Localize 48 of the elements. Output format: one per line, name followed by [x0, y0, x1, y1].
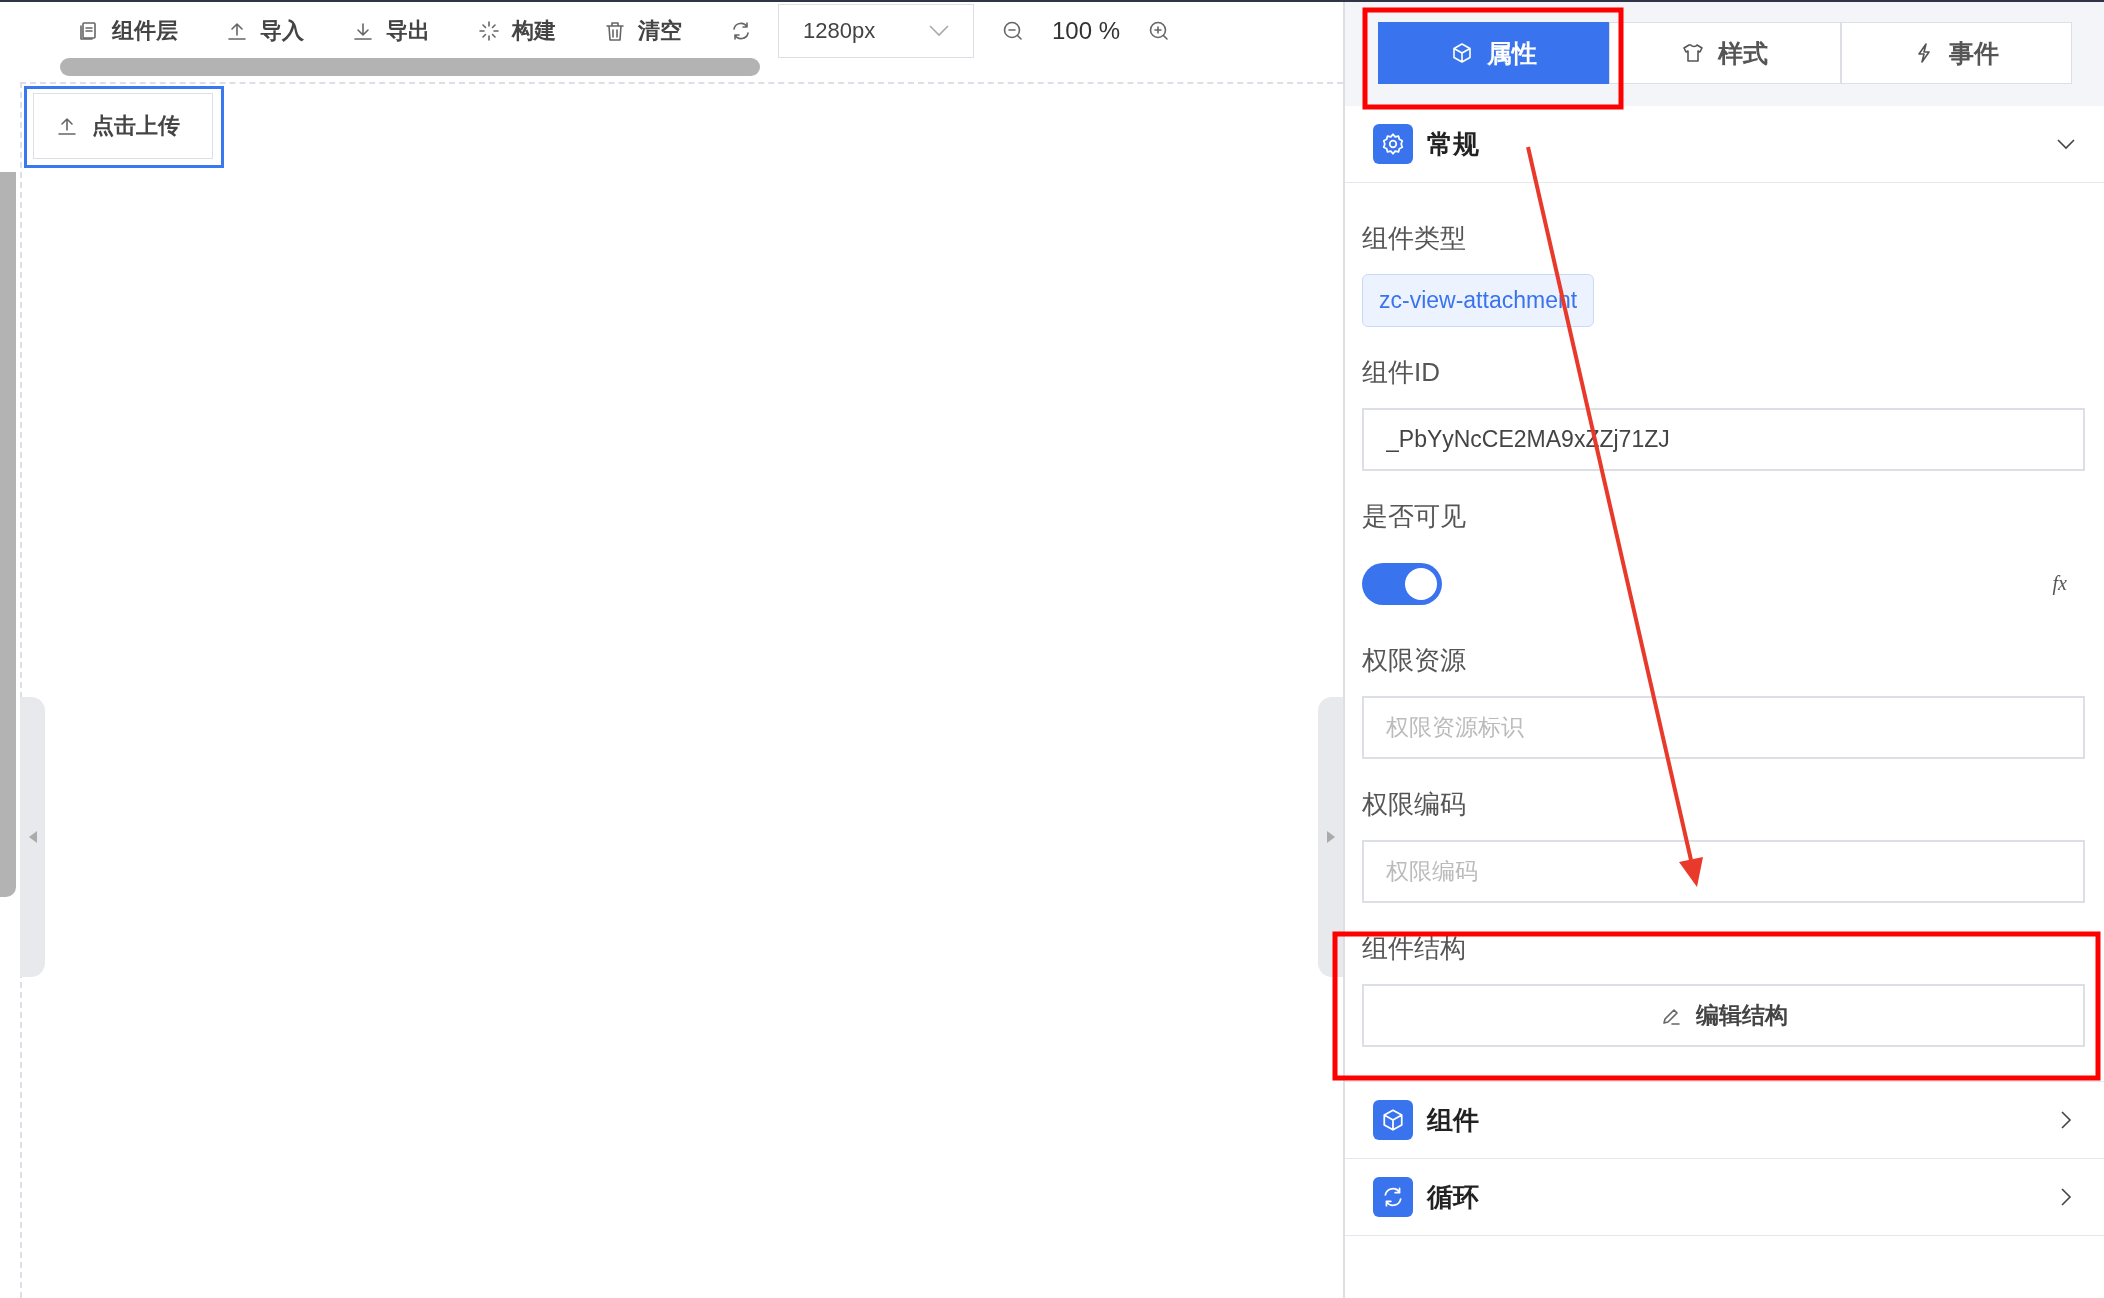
- chevron-down-icon: [929, 25, 949, 37]
- section-icon: [1373, 1100, 1413, 1140]
- triangle-left-icon: [28, 831, 37, 843]
- toolbar-icon: [604, 20, 626, 42]
- field-label: 组件类型: [1362, 222, 1467, 255]
- section-header[interactable]: 常规: [1345, 106, 2104, 183]
- section-title: 组件: [1427, 1103, 1480, 1137]
- upload-icon: [56, 115, 78, 137]
- formula-button[interactable]: fx: [2052, 572, 2067, 595]
- section-icon: [1373, 124, 1413, 164]
- section-icon: [1373, 1177, 1413, 1217]
- field-label: 权限编码: [1362, 788, 1467, 821]
- toolbar-button[interactable]: 导入: [226, 16, 304, 46]
- tab-icon: [1682, 42, 1704, 64]
- toolbar-button[interactable]: 导出: [352, 16, 430, 46]
- zoom-out-icon[interactable]: [1002, 20, 1024, 42]
- collapse-handle[interactable]: [1318, 697, 1343, 977]
- horizontal-scrollbar[interactable]: [60, 58, 760, 76]
- input-field[interactable]: 权限资源标识: [1362, 696, 2085, 759]
- refresh-icon[interactable]: [730, 20, 752, 42]
- width-select[interactable]: 1280px: [778, 4, 974, 58]
- input-field[interactable]: 权限编码: [1362, 840, 2085, 903]
- tab[interactable]: 事件: [1840, 22, 2072, 84]
- section-title: 循环: [1427, 1180, 1480, 1214]
- edit-structure-button[interactable]: 编辑结构: [1362, 984, 2085, 1047]
- section-header[interactable]: 循环: [1345, 1159, 2104, 1236]
- vertical-scrollbar[interactable]: [0, 172, 16, 897]
- zoom-in-icon[interactable]: [1148, 20, 1171, 42]
- toolbar-button[interactable]: 构建: [478, 16, 556, 46]
- field-label: 权限资源: [1362, 644, 1467, 677]
- toolbar-icon: [226, 20, 248, 42]
- triangle-right-icon: [1326, 831, 1335, 843]
- tab[interactable]: 样式: [1609, 22, 1841, 84]
- toolbar-icon: [352, 20, 374, 42]
- toolbar-button[interactable]: 清空: [604, 16, 682, 46]
- field-label: 组件ID: [1362, 356, 1441, 389]
- zoom-level: 100 %: [1052, 17, 1121, 45]
- section-title: 常规: [1427, 127, 1480, 161]
- tab[interactable]: 属性: [1378, 22, 1610, 84]
- toolbar-button[interactable]: 组件层: [78, 16, 178, 46]
- tab-icon: [1450, 42, 1473, 64]
- toolbar-icon: [478, 20, 500, 42]
- visibility-switch[interactable]: [1362, 562, 1442, 605]
- section-header[interactable]: 组件: [1345, 1082, 2104, 1159]
- field-label: 组件结构: [1362, 932, 1467, 965]
- field-label: 是否可见: [1362, 500, 1467, 533]
- upload-button[interactable]: 点击上传: [33, 93, 213, 159]
- collapse-handle[interactable]: [20, 697, 45, 977]
